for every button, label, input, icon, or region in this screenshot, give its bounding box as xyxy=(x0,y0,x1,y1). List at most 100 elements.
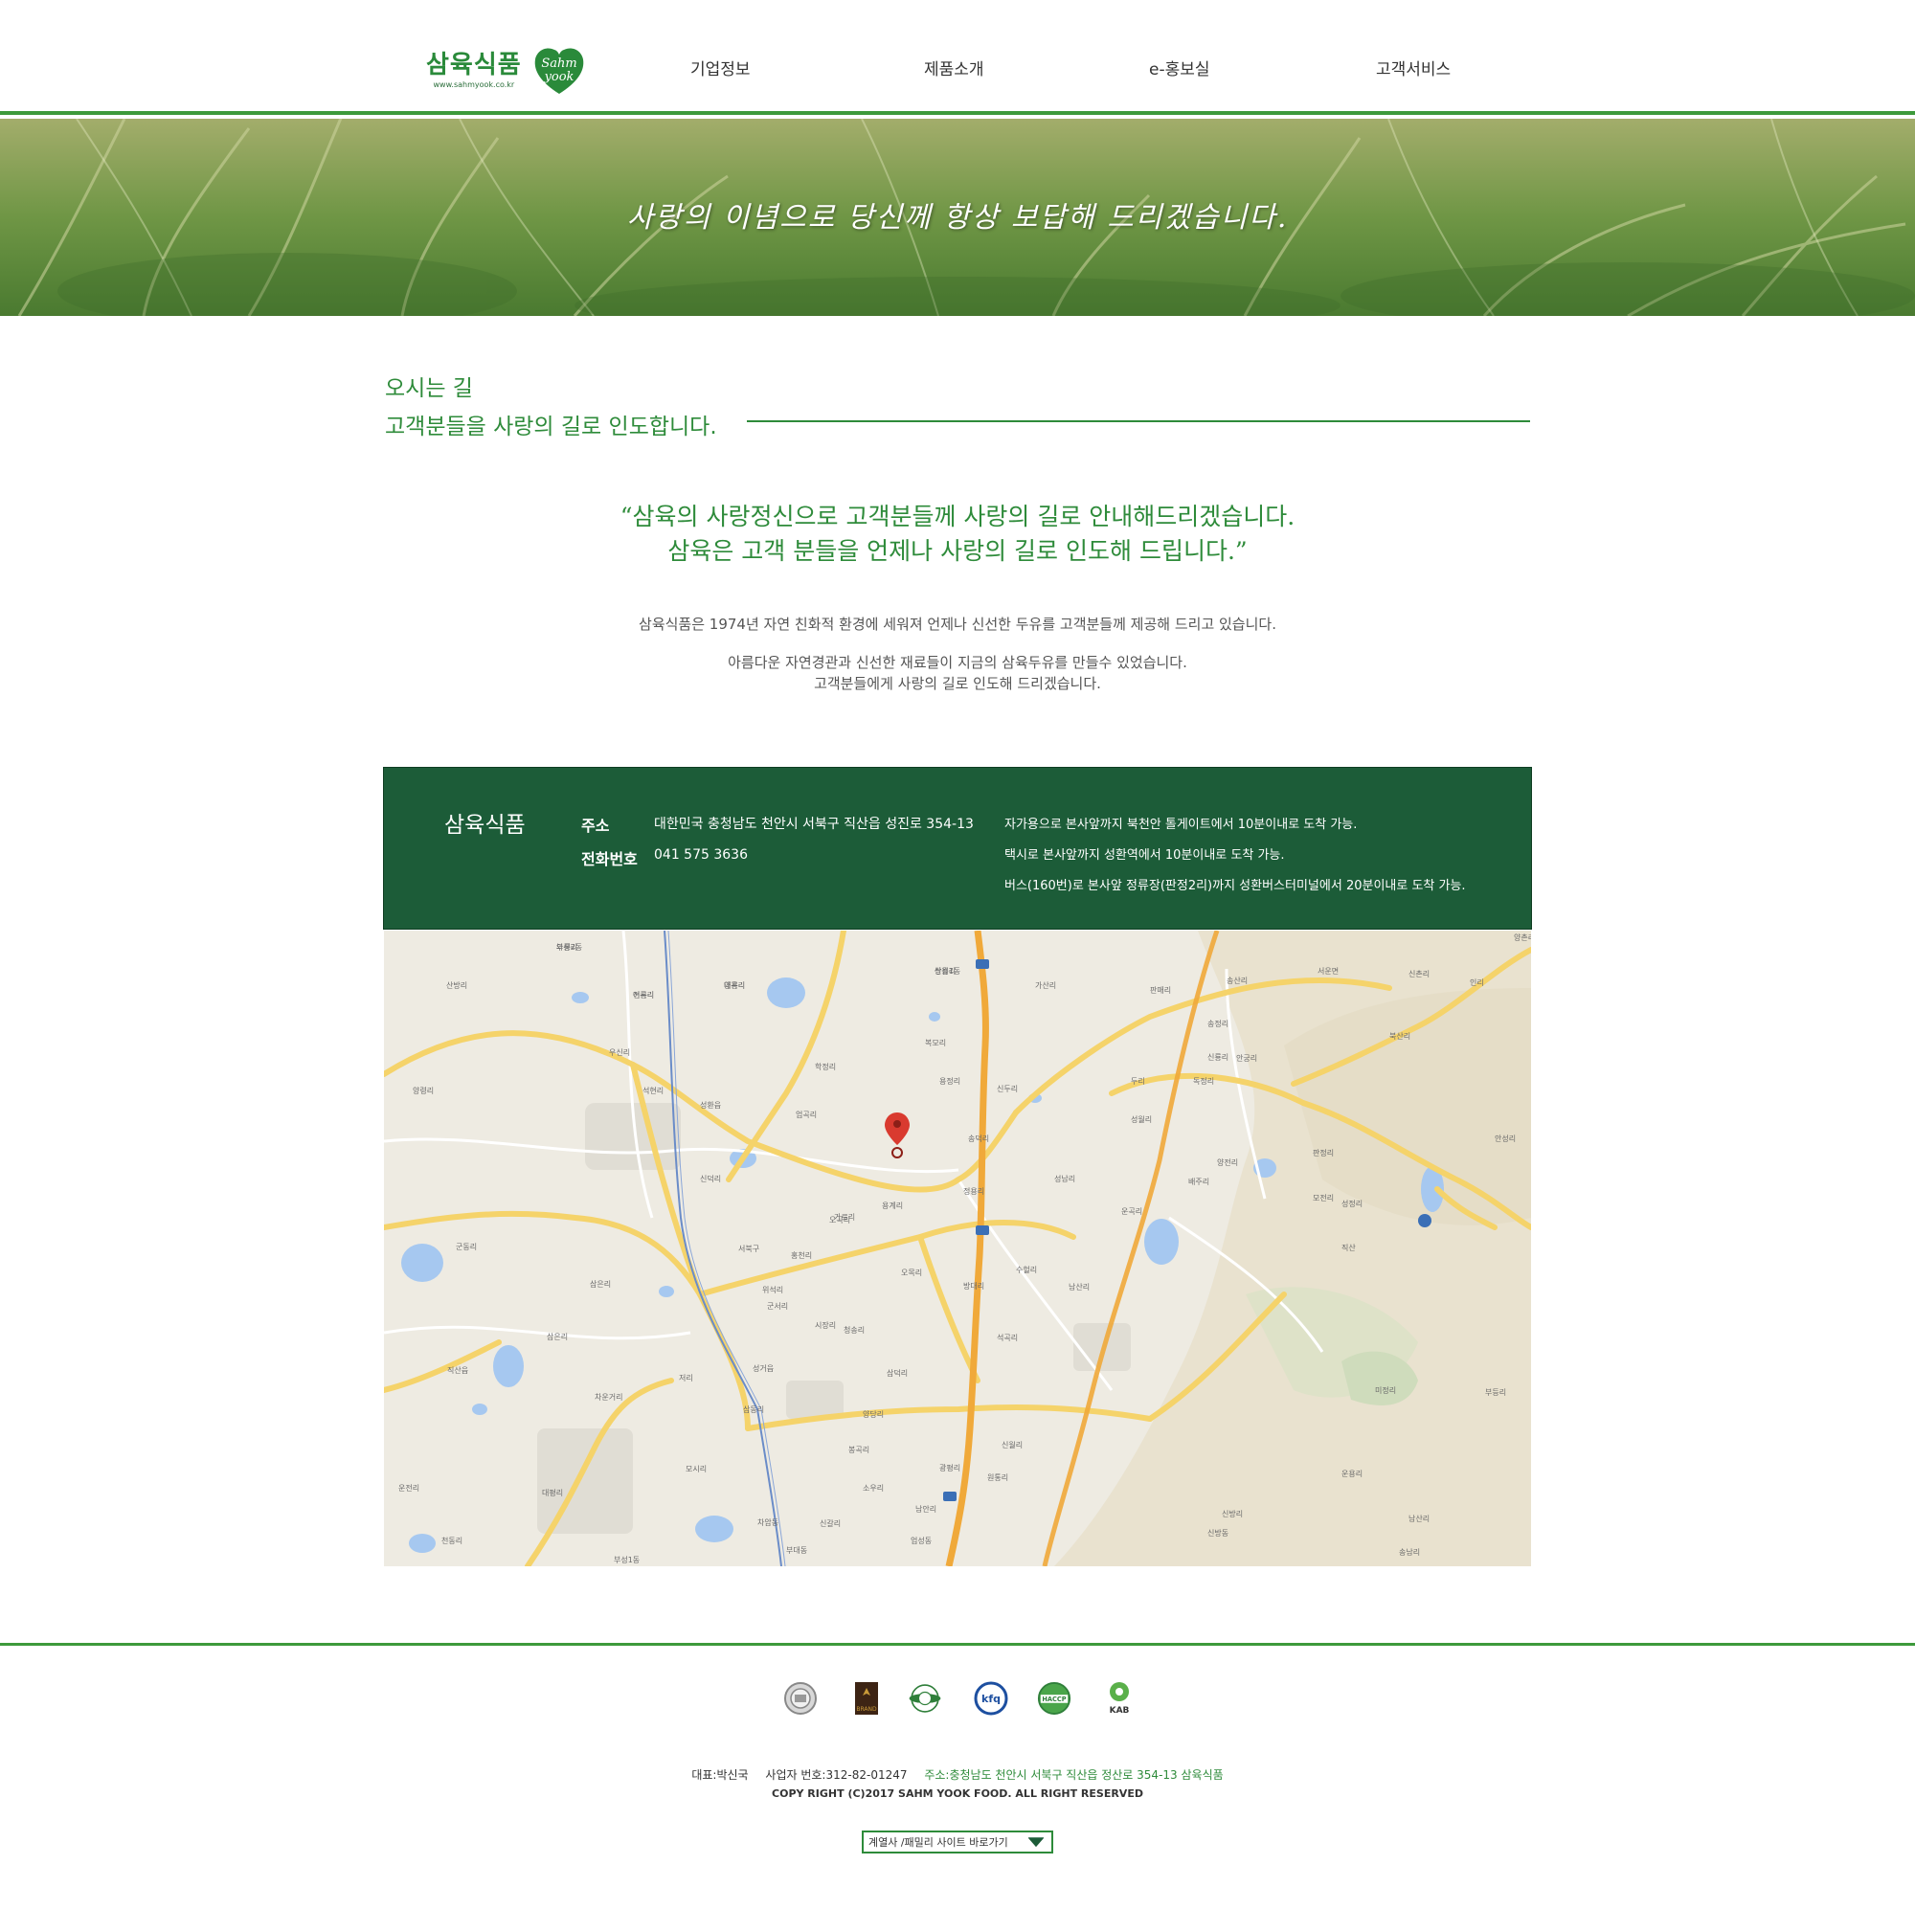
intro-paragraph-1: 삼육식품은 1974년 자연 친화적 환경에 세워져 언제나 신선한 두유를 고… xyxy=(639,616,1276,633)
map-place-label: 서운면 xyxy=(1318,966,1339,976)
map-place-label: 가산리 xyxy=(1035,980,1056,990)
map-place-label: 부대동 xyxy=(786,1546,807,1555)
map-place-label: 두리 xyxy=(1131,1077,1145,1086)
map-place-label: 신방리 xyxy=(1222,1509,1243,1518)
site-header: 삼육식품 www.sahmyook.co.kr Sahm yook 기업정보 제… xyxy=(0,0,1915,115)
map-place-label: 송덕리 xyxy=(968,1134,989,1143)
chevron-down-icon xyxy=(1028,1837,1044,1847)
intro-paragraph-2: 아름다운 자연경관과 신선한 재료들이 지금의 삼육두유를 만들수 있었습니다.… xyxy=(0,652,1915,694)
phone-label: 전화번호 xyxy=(581,850,638,868)
hero-slogan: 사랑의 이념으로 당신께 항상 보답해 드리겠습니다. xyxy=(626,201,1289,235)
map-place-label: 모시리 xyxy=(686,1465,707,1473)
map-place-label: 남산리 xyxy=(1408,1514,1430,1523)
map-place-label: 신촌리 xyxy=(1408,970,1430,978)
map-place-label: 업성동 xyxy=(911,1537,932,1545)
address-value: 대한민국 충청남도 천안시 서북구 직산읍 성진로 354-13 xyxy=(654,817,974,832)
footer-address: 주소:충청남도 천안시 서북구 직산읍 정산로 354-13 삼육식품 xyxy=(924,1768,1224,1782)
map-place-label: 군서리 xyxy=(767,1302,788,1311)
cert-label-kfq: kfq xyxy=(981,1693,1001,1705)
map-place-label: 배주리 xyxy=(1188,1178,1209,1186)
map-place-label: 신룡리 xyxy=(1207,1053,1228,1062)
map-place-label: 삼은리 xyxy=(590,1279,611,1289)
nav-item-company-info[interactable]: 기업정보 xyxy=(690,56,751,79)
location-map[interactable]: 와룡리어룡리대홍리산월리가산리판매리송산리서운면신촌리인리양촌리산방리우신리복모… xyxy=(384,931,1531,1566)
nav-item-products[interactable]: 제품소개 xyxy=(924,56,984,79)
map-place-label: 학정리 xyxy=(815,1062,836,1071)
map-place-label: 원통리 xyxy=(987,1473,1008,1482)
map-place-label: 저리 xyxy=(679,1374,693,1382)
map-place-label: 오곡리 xyxy=(829,1216,850,1224)
seal-icon xyxy=(784,1682,817,1715)
quote-line-1: “삼육의 사랑정신으로 고객분들께 사랑의 길로 안내해드리겠습니다. xyxy=(620,503,1295,530)
haccp-icon: HACCP xyxy=(1037,1681,1071,1716)
map-place-label: 부성2동 xyxy=(556,943,582,952)
map-place-label: 방대리 xyxy=(963,1281,984,1291)
cert-label-kab: KAB xyxy=(1110,1706,1130,1716)
map-place-label: 직산 xyxy=(1341,1243,1356,1252)
map-place-label: 차암동 xyxy=(757,1517,778,1527)
map-place-label: 양전리 xyxy=(1217,1157,1238,1167)
map-place-label: 신갈리 xyxy=(820,1519,841,1528)
family-site-label: 계열사 /패밀리 사이트 바로가기 xyxy=(868,1836,1008,1849)
map-place-label: 신덕리 xyxy=(700,1174,721,1183)
map-place-label: 모전리 xyxy=(1313,1193,1334,1202)
footer-ceo: 대표:박신국 xyxy=(691,1768,749,1782)
nav-item-pr-room[interactable]: e-홍보실 xyxy=(1149,56,1210,79)
map-place-label: 군동리 xyxy=(456,1243,477,1251)
map-place-label: 복모리 xyxy=(925,1039,946,1047)
map-canvas[interactable]: 와룡리어룡리대홍리산월리가산리판매리송산리서운면신촌리인리양촌리산방리우신리복모… xyxy=(384,931,1531,1566)
map-place-label: 성월리 xyxy=(1131,1114,1152,1124)
map-place-label: 석곡리 xyxy=(997,1333,1018,1342)
map-place-label: 송정리 xyxy=(1207,1019,1228,1028)
kfq-icon: kfq xyxy=(974,1681,1008,1716)
page-title: 오시는 길 xyxy=(385,376,473,401)
map-place-label: 운곡리 xyxy=(1121,1207,1142,1216)
map-place-label: 전곡리 xyxy=(633,990,654,1000)
map-place-label: 소우리 xyxy=(863,1484,884,1493)
map-place-label: 성거읍 xyxy=(753,1364,774,1373)
page-subtitle: 고객분들을 사랑의 길로 인도합니다. xyxy=(385,415,717,439)
direction-bus: 버스(160번)로 본사앞 정류장(판정2리)까지 성환버스터미널에서 20분이… xyxy=(1004,879,1466,893)
cert-label-haccp: HACCP xyxy=(1042,1696,1066,1703)
map-place-label: 북산리 xyxy=(1389,1031,1410,1041)
direction-taxi: 택시로 본사앞까지 성환역에서 10분이내로 도착 가능. xyxy=(1004,848,1285,863)
map-place-label: 정용리 xyxy=(963,1186,984,1196)
hero-banner: 사랑의 이념으로 당신께 항상 보답해 드리겠습니다. xyxy=(0,119,1915,316)
haccp-seal-icon xyxy=(909,1684,941,1713)
map-place-label: 삼동리 xyxy=(743,1404,764,1414)
kab-icon: KAB xyxy=(1110,1682,1130,1716)
map-place-label: 남안리 xyxy=(915,1504,936,1514)
map-place-label: 천동리 xyxy=(441,1536,462,1545)
map-place-label: 남산리 xyxy=(1069,1282,1090,1292)
map-place-label: 판정리 xyxy=(1313,1148,1334,1157)
map-place-label: 성환읍 xyxy=(700,1100,721,1110)
map-place-label: 위석리 xyxy=(762,1285,783,1294)
map-place-label: 수헐리 xyxy=(1016,1265,1037,1274)
map-place-label: 홍천리 xyxy=(791,1250,812,1260)
map-place-label: 판매리 xyxy=(1150,986,1171,995)
map-place-label: 용정리 xyxy=(939,1076,960,1086)
map-place-label: 봉곡리 xyxy=(848,1446,869,1454)
map-place-label: 차운거리 xyxy=(595,1393,622,1402)
map-place-label: 쌍용1동 xyxy=(935,966,960,976)
map-place-label: 송남리 xyxy=(1399,1548,1420,1557)
map-place-label: 송산리 xyxy=(1227,976,1248,985)
nav-item-customer-service[interactable]: 고객서비스 xyxy=(1376,56,1451,79)
footer-biz-no: 사업자 번호:312-82-01247 xyxy=(765,1768,908,1782)
map-place-label: 산방리 xyxy=(446,980,467,990)
map-place-label: 부성1동 xyxy=(614,1556,640,1564)
map-place-label: 시장리 xyxy=(815,1320,836,1330)
map-place-label: 서북구 xyxy=(738,1245,759,1253)
map-place-label: 대평리 xyxy=(542,1488,563,1497)
main-nav: 기업정보 제품소개 e-홍보실 고객서비스 xyxy=(0,56,1915,84)
map-place-label: 독정리 xyxy=(1193,1076,1214,1086)
intro-paragraph-2-line-2: 고객분들에게 사랑의 길로 인도해 드리겠습니다. xyxy=(814,675,1101,692)
map-place-label: 신방동 xyxy=(1207,1528,1228,1538)
map-place-label: 성정리 xyxy=(1341,1199,1363,1208)
map-place-label: 신월리 xyxy=(1002,1440,1023,1449)
brand-icon: BRAND xyxy=(855,1682,878,1715)
intro-paragraph-2-line-1: 아름다운 자연경관과 신선한 재료들이 지금의 삼육두유를 만들수 있었습니다. xyxy=(728,654,1187,671)
family-site-select[interactable]: 계열사 /패밀리 사이트 바로가기 xyxy=(862,1831,1053,1853)
map-place-label: 미정리 xyxy=(1375,1385,1396,1395)
map-place-label: 운전리 xyxy=(398,1483,419,1493)
